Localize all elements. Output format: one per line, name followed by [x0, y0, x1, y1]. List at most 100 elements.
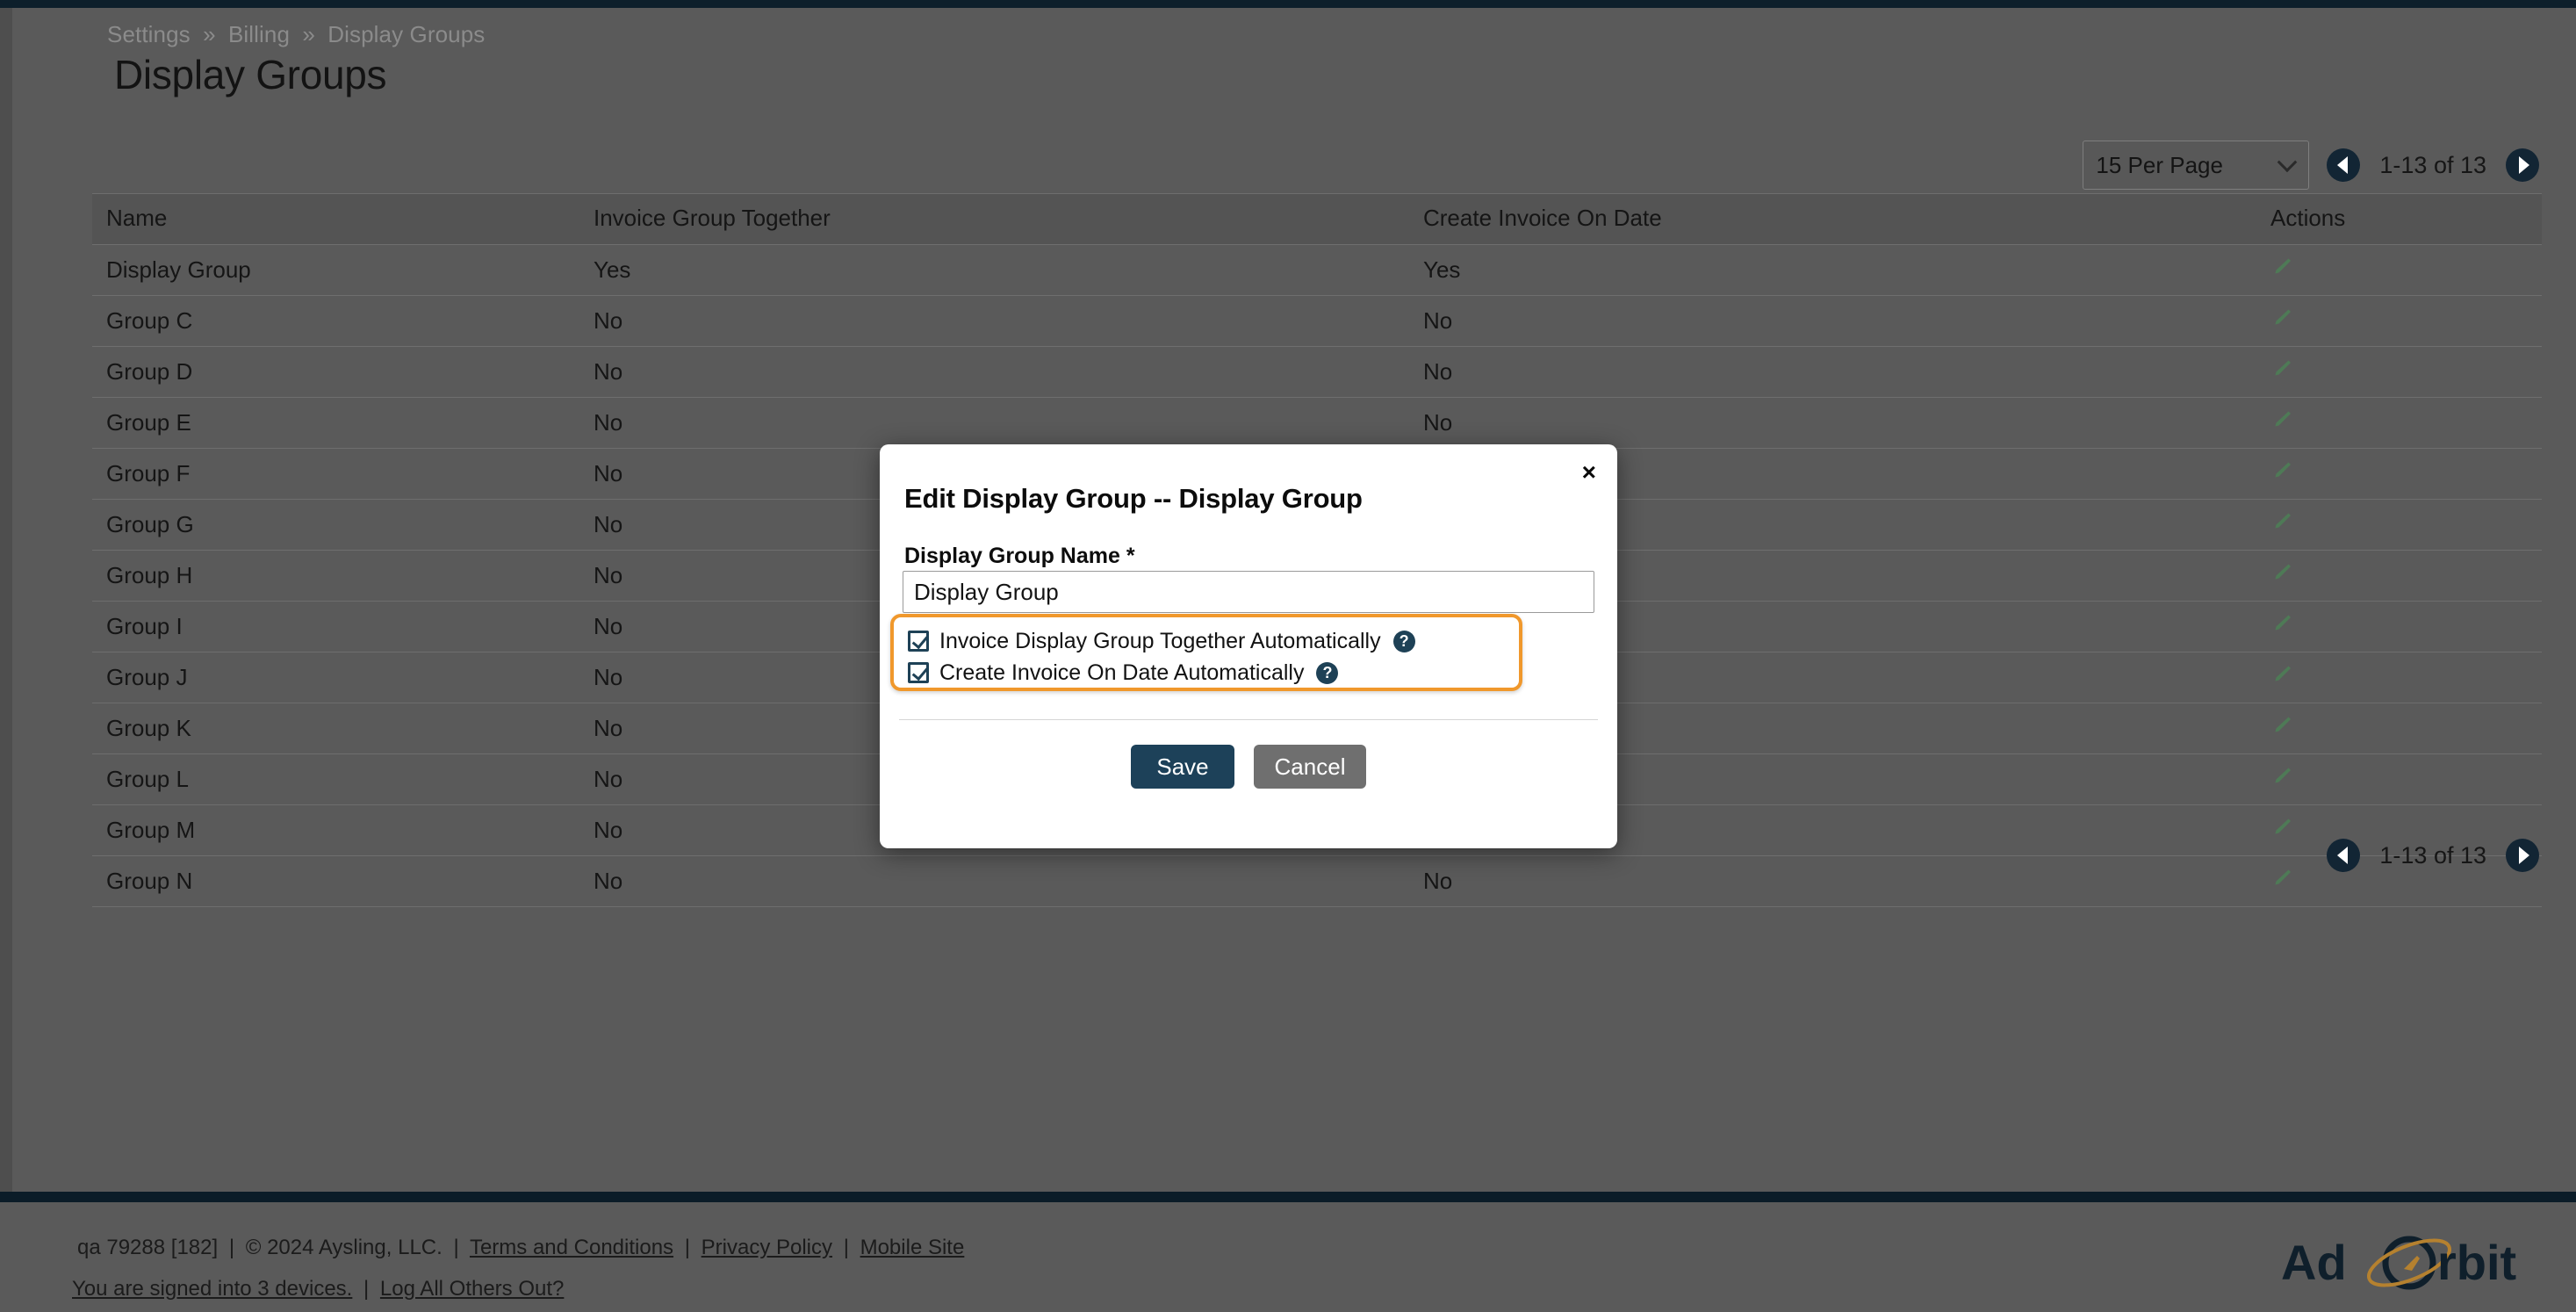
footer-separator: |: [224, 1236, 240, 1259]
cell-actions: [2256, 245, 2542, 296]
pencil-edit-icon[interactable]: [2270, 765, 2293, 788]
column-header-create-invoice-on-date[interactable]: Create Invoice On Date: [1409, 194, 2256, 245]
cell-name: Group M: [92, 805, 579, 856]
pagination-top: 15 Per Page 1-13 of 13: [2083, 141, 2539, 190]
pencil-edit-icon[interactable]: [2270, 357, 2293, 380]
footer-link-privacy[interactable]: Privacy Policy: [702, 1236, 832, 1259]
table-row: Group NNoNo: [92, 856, 2542, 907]
pencil-edit-icon[interactable]: [2270, 256, 2293, 278]
footer: qa 79288 [182] | © 2024 Aysling, LLC. | …: [0, 1202, 2576, 1312]
cell-name: Group H: [92, 551, 579, 602]
next-page-button[interactable]: [2506, 148, 2539, 182]
cell-actions: [2256, 449, 2542, 500]
prev-page-button-bottom[interactable]: [2327, 839, 2360, 872]
cell-invoice-group-together: No: [579, 347, 1409, 398]
cell-name: Group D: [92, 347, 579, 398]
footer-link-mobile-site[interactable]: Mobile Site: [860, 1236, 965, 1259]
cell-name: Group C: [92, 296, 579, 347]
cell-name: Group G: [92, 500, 579, 551]
save-button[interactable]: Save: [1131, 745, 1234, 789]
footer-devices-text[interactable]: You are signed into 3 devices.: [72, 1277, 352, 1301]
svg-text:Ad: Ad: [2281, 1235, 2347, 1290]
footer-separator: |: [358, 1277, 374, 1301]
column-header-invoice-group-together[interactable]: Invoice Group Together: [579, 194, 1409, 245]
footer-logout-others-link[interactable]: Log All Others Out?: [380, 1277, 564, 1301]
help-circle-icon[interactable]: ?: [1316, 662, 1338, 684]
chevron-left-icon: [2337, 156, 2348, 174]
pencil-edit-icon[interactable]: [2270, 459, 2293, 482]
cell-actions: [2256, 398, 2542, 449]
edit-display-group-modal: × Edit Display Group -- Display Group Di…: [880, 444, 1617, 848]
footer-separator: |: [838, 1236, 854, 1259]
page-title: Display Groups: [114, 51, 386, 98]
create-invoice-on-date-label: Create Invoice On Date Automatically: [939, 660, 1304, 686]
pencil-edit-icon[interactable]: [2270, 663, 2293, 686]
pencil-edit-icon[interactable]: [2270, 714, 2293, 737]
cell-invoice-group-together: No: [579, 296, 1409, 347]
create-invoice-on-date-checkbox[interactable]: [908, 662, 929, 683]
cell-invoice-group-together: No: [579, 398, 1409, 449]
pencil-edit-icon[interactable]: [2270, 408, 2293, 431]
footer-build: qa 79288 [182]: [77, 1236, 218, 1259]
column-header-name[interactable]: Name: [92, 194, 579, 245]
table-header: Name Invoice Group Together Create Invoi…: [92, 194, 2542, 245]
cell-actions: [2256, 500, 2542, 551]
create-invoice-on-date-row[interactable]: Create Invoice On Date Automatically ?: [908, 658, 1519, 688]
invoice-together-row[interactable]: Invoice Display Group Together Automatic…: [908, 626, 1519, 656]
cell-invoice-group-together: No: [579, 856, 1409, 907]
left-rail: [0, 8, 12, 1312]
cell-name: Group J: [92, 652, 579, 703]
breadcrumb-separator: »: [203, 21, 216, 47]
orbit-rocket-icon: Ad rbit: [2281, 1229, 2544, 1296]
cancel-button[interactable]: Cancel: [1254, 745, 1366, 789]
footer-separator: |: [448, 1236, 464, 1259]
pencil-edit-icon[interactable]: [2270, 306, 2293, 329]
breadcrumb-item-display-groups[interactable]: Display Groups: [327, 21, 485, 47]
cell-name: Group F: [92, 449, 579, 500]
close-icon[interactable]: ×: [1582, 460, 1596, 485]
modal-title: Edit Display Group -- Display Group: [904, 483, 1363, 515]
pagination-bottom: 1-13 of 13: [2309, 839, 2539, 872]
prev-page-button[interactable]: [2327, 148, 2360, 182]
footer-divider: [0, 1192, 2576, 1202]
chevron-left-icon: [2337, 847, 2348, 864]
per-page-label: 15 Per Page: [2096, 152, 2223, 179]
ad-orbit-logo: Ad rbit: [2281, 1229, 2544, 1296]
cell-name: Group N: [92, 856, 579, 907]
next-page-button-bottom[interactable]: [2506, 839, 2539, 872]
cell-create-invoice-on-date: No: [1409, 296, 2256, 347]
table-row: Display GroupYesYes: [92, 245, 2542, 296]
invoice-together-checkbox[interactable]: [908, 631, 929, 652]
cell-actions: [2256, 347, 2542, 398]
cell-name: Group K: [92, 703, 579, 754]
cell-create-invoice-on-date: No: [1409, 398, 2256, 449]
table-row: Group ENoNo: [92, 398, 2542, 449]
breadcrumb: Settings » Billing » Display Groups: [107, 21, 485, 48]
per-page-select[interactable]: 15 Per Page: [2083, 141, 2309, 190]
pencil-edit-icon[interactable]: [2270, 510, 2293, 533]
display-group-name-input[interactable]: [903, 571, 1594, 613]
cell-name: Group L: [92, 754, 579, 805]
footer-copyright: © 2024 Aysling, LLC.: [246, 1236, 443, 1259]
cell-actions: [2256, 652, 2542, 703]
modal-actions: Save Cancel: [880, 745, 1617, 789]
table-header-row: Name Invoice Group Together Create Invoi…: [92, 194, 2542, 245]
top-app-bar: [0, 0, 2576, 8]
pencil-edit-icon[interactable]: [2270, 561, 2293, 584]
display-group-name-label: Display Group Name *: [904, 544, 1135, 569]
cell-actions: [2256, 602, 2542, 652]
footer-link-terms[interactable]: Terms and Conditions: [470, 1236, 673, 1259]
cell-invoice-group-together: Yes: [579, 245, 1409, 296]
chevron-down-icon: [2277, 152, 2298, 172]
pencil-edit-icon[interactable]: [2270, 867, 2293, 890]
automation-options-group: Invoice Display Group Together Automatic…: [890, 614, 1522, 691]
column-header-actions: Actions: [2256, 194, 2542, 245]
modal-divider: [899, 719, 1598, 720]
cell-actions: [2256, 754, 2542, 805]
breadcrumb-item-billing[interactable]: Billing: [228, 21, 290, 47]
chevron-right-icon: [2519, 156, 2529, 174]
help-circle-icon[interactable]: ?: [1393, 631, 1415, 652]
pencil-edit-icon[interactable]: [2270, 816, 2293, 839]
pencil-edit-icon[interactable]: [2270, 612, 2293, 635]
breadcrumb-item-settings[interactable]: Settings: [107, 21, 191, 47]
